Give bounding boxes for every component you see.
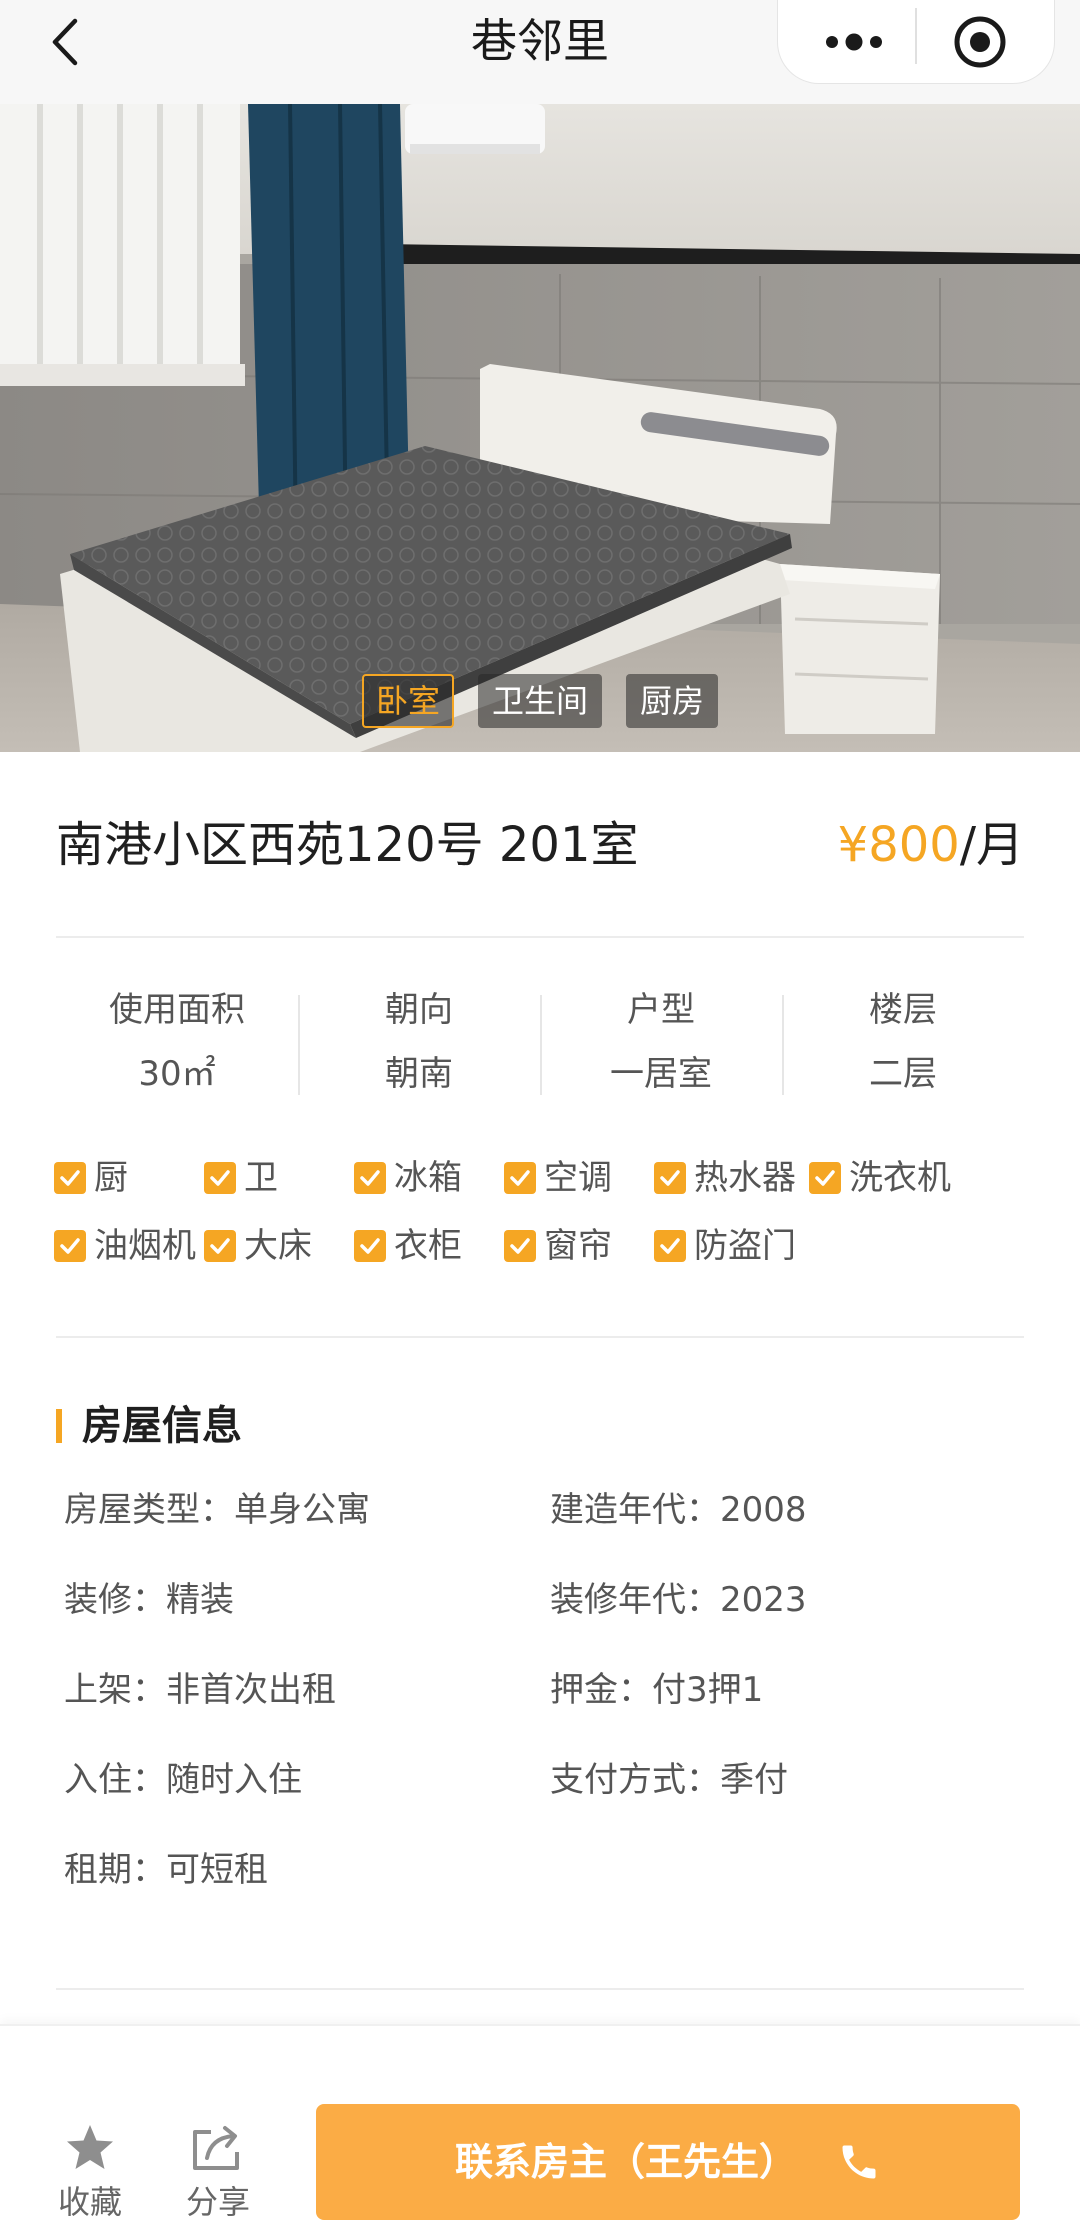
listing-header: 南港小区西苑120号 201室 ¥800/月 bbox=[56, 810, 1024, 880]
amenity-item: 冰箱 bbox=[354, 1150, 462, 1206]
share-label: 分享 bbox=[185, 2183, 250, 2221]
info-house-type: 房屋类型：单身公寓 bbox=[64, 1490, 370, 1530]
contact-label: 联系房主（王先生） bbox=[454, 2140, 797, 2184]
listing-title: 南港小区西苑120号 201室 bbox=[56, 817, 639, 873]
checkbox-checked-icon bbox=[504, 1230, 536, 1262]
section-title: 房屋信息 bbox=[82, 1403, 242, 1449]
amenity-label: 大床 bbox=[244, 1226, 312, 1266]
checkbox-checked-icon bbox=[54, 1162, 86, 1194]
amenity-item: 卫 bbox=[204, 1150, 278, 1206]
navigation-bar: 巷邻里 bbox=[0, 0, 1080, 104]
amenity-item: 大床 bbox=[204, 1218, 312, 1274]
info-move-in: 入住：随时入住 bbox=[64, 1760, 302, 1800]
divider bbox=[56, 1336, 1024, 1338]
amenity-label: 冰箱 bbox=[394, 1158, 462, 1198]
amenity-label: 防盗门 bbox=[694, 1226, 796, 1266]
photo-tab-kitchen[interactable]: 厨房 bbox=[626, 674, 719, 728]
price-value: 800 bbox=[868, 817, 960, 873]
amenity-item: 衣柜 bbox=[354, 1218, 462, 1274]
amenity-item: 热水器 bbox=[654, 1150, 796, 1206]
section-header: 房屋信息 bbox=[56, 1398, 242, 1454]
mini-program-capsule bbox=[777, 0, 1055, 84]
favorite-label: 收藏 bbox=[57, 2183, 122, 2221]
more-button[interactable] bbox=[808, 14, 900, 70]
target-icon bbox=[954, 16, 1006, 68]
info-build-year: 建造年代：2008 bbox=[550, 1490, 807, 1530]
bedroom-photo bbox=[0, 104, 1080, 752]
listing-price: ¥800/月 bbox=[838, 810, 1024, 880]
photo-tab-bathroom[interactable]: 卫生间 bbox=[477, 674, 602, 728]
photo-category-tabs: 卧室 卫生间 厨房 bbox=[0, 674, 1080, 728]
checkbox-checked-icon bbox=[54, 1230, 86, 1262]
amenity-label: 卫 bbox=[244, 1158, 278, 1198]
info-lease-term: 租期：可短租 bbox=[64, 1850, 268, 1890]
favorite-button[interactable]: 收藏 bbox=[40, 2120, 140, 2224]
amenity-label: 衣柜 bbox=[394, 1226, 462, 1266]
capsule-divider bbox=[915, 8, 917, 64]
amenity-item: 油烟机 bbox=[54, 1218, 196, 1274]
spec-area: 使用面积 30㎡ bbox=[56, 985, 298, 1105]
checkbox-checked-icon bbox=[654, 1230, 686, 1262]
spec-layout: 户型 一居室 bbox=[540, 985, 782, 1105]
price-unit: /月 bbox=[959, 817, 1024, 873]
price-currency: ¥ bbox=[837, 817, 869, 873]
spec-label: 户型 bbox=[627, 990, 695, 1030]
star-icon bbox=[67, 2125, 113, 2169]
spec-value: 一居室 bbox=[610, 1054, 712, 1094]
info-decoration-year: 装修年代：2023 bbox=[550, 1580, 807, 1620]
spec-label: 朝向 bbox=[385, 990, 453, 1030]
amenity-label: 厨 bbox=[94, 1158, 128, 1198]
checkbox-checked-icon bbox=[354, 1162, 386, 1194]
info-payment: 支付方式：季付 bbox=[550, 1760, 788, 1800]
amenity-label: 热水器 bbox=[694, 1158, 796, 1198]
more-dots-icon bbox=[826, 33, 882, 51]
info-decoration: 装修：精装 bbox=[64, 1580, 234, 1620]
photo-tab-bedroom[interactable]: 卧室 bbox=[361, 674, 454, 728]
share-icon bbox=[193, 2126, 239, 2170]
info-deposit: 押金：付3押1 bbox=[550, 1670, 764, 1710]
checkbox-checked-icon bbox=[654, 1162, 686, 1194]
spec-floor: 楼层 二层 bbox=[782, 985, 1024, 1105]
checkbox-checked-icon bbox=[504, 1162, 536, 1194]
bottom-action-bar: 收藏 分享 联系房主（王先生） bbox=[0, 2024, 1080, 2234]
section-accent-bar bbox=[56, 1409, 62, 1443]
contact-landlord-button[interactable]: 联系房主（王先生） bbox=[316, 2104, 1020, 2220]
checkbox-checked-icon bbox=[354, 1230, 386, 1262]
spec-value: 朝南 bbox=[385, 1054, 453, 1094]
checkbox-checked-icon bbox=[809, 1162, 841, 1194]
amenity-item: 空调 bbox=[504, 1150, 612, 1206]
amenity-label: 洗衣机 bbox=[849, 1158, 951, 1198]
amenity-item: 防盗门 bbox=[654, 1218, 796, 1274]
info-listing-status: 上架：非首次出租 bbox=[64, 1670, 336, 1710]
amenity-item: 洗衣机 bbox=[809, 1150, 951, 1206]
amenity-label: 窗帘 bbox=[544, 1226, 612, 1266]
spec-orientation: 朝向 朝南 bbox=[298, 985, 540, 1105]
house-photo-gallery[interactable]: 卧室 卫生间 厨房 bbox=[0, 104, 1080, 752]
amenity-label: 油烟机 bbox=[94, 1226, 196, 1266]
amenity-label: 空调 bbox=[544, 1158, 612, 1198]
spec-value: 二层 bbox=[869, 1054, 937, 1094]
divider bbox=[56, 936, 1024, 938]
checkbox-checked-icon bbox=[204, 1162, 236, 1194]
checkbox-checked-icon bbox=[204, 1230, 236, 1262]
spec-label: 楼层 bbox=[869, 990, 937, 1030]
phone-icon bbox=[837, 2140, 881, 2184]
spec-summary: 使用面积 30㎡ 朝向 朝南 户型 一居室 楼层 二层 bbox=[56, 985, 1024, 1105]
spec-label: 使用面积 bbox=[109, 990, 245, 1030]
amenity-item: 窗帘 bbox=[504, 1218, 612, 1274]
share-button[interactable]: 分享 bbox=[168, 2120, 268, 2224]
amenity-item: 厨 bbox=[54, 1150, 128, 1206]
close-mini-program-button[interactable] bbox=[950, 12, 1010, 72]
spec-value: 30㎡ bbox=[138, 1054, 216, 1094]
divider bbox=[56, 1988, 1024, 1990]
